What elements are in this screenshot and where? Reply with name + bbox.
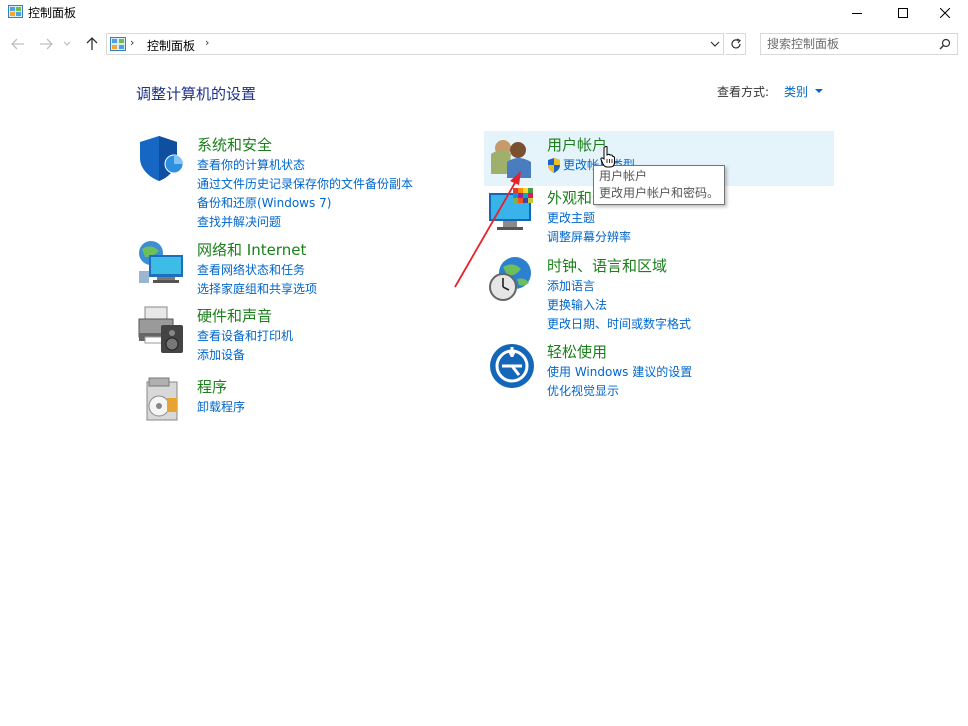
dropdown-arrow-icon[interactable] (815, 89, 823, 93)
maximize-button[interactable] (880, 0, 926, 26)
arrow-up-icon (86, 37, 98, 50)
link-change-input-method[interactable]: 更换输入法 (547, 296, 691, 315)
breadcrumb-separator-icon[interactable]: › (130, 36, 134, 49)
arrow-left-icon (11, 38, 24, 50)
refresh-icon (730, 38, 741, 49)
category-programs: 程序 卸载程序 (137, 376, 437, 426)
category-title[interactable]: 时钟、语言和区域 (547, 255, 667, 276)
category-clock-language-region: 时钟、语言和区域 添加语言 更换输入法 更改日期、时间或数字格式 (487, 255, 827, 335)
close-icon (940, 8, 950, 18)
maximize-icon (898, 8, 908, 18)
link-date-time-format[interactable]: 更改日期、时间或数字格式 (547, 315, 691, 334)
breadcrumb-control-panel[interactable]: 控制面板 (147, 37, 195, 54)
link-devices-printers[interactable]: 查看设备和打印机 (197, 327, 293, 346)
link-backup-restore[interactable]: 备份和还原(Windows 7) (197, 194, 413, 213)
view-by-dropdown[interactable]: 类别 (784, 83, 808, 100)
up-button[interactable] (84, 36, 100, 52)
close-button[interactable] (922, 0, 968, 26)
link-uninstall-program[interactable]: 卸载程序 (197, 398, 245, 417)
chevron-down-icon (63, 41, 71, 46)
printer-speaker-icon[interactable] (137, 305, 185, 353)
users-icon[interactable] (487, 134, 535, 182)
clock-globe-icon[interactable] (487, 255, 535, 303)
category-system-security: 系统和安全 查看你的计算机状态 通过文件历史记录保存你的文件备份副本 备份和还原… (137, 134, 437, 234)
category-title[interactable]: 系统和安全 (197, 134, 272, 155)
tooltip: 用户帐户 更改用户帐户和密码。 (593, 165, 725, 205)
uac-shield-icon (548, 158, 560, 173)
minimize-button[interactable] (834, 0, 880, 26)
search-input[interactable] (767, 36, 935, 52)
address-bar[interactable]: › 控制面板 › (106, 33, 724, 55)
link-optimize-display[interactable]: 优化视觉显示 (547, 382, 692, 401)
link-add-language[interactable]: 添加语言 (547, 277, 691, 296)
link-recommended-settings[interactable]: 使用 Windows 建议的设置 (547, 363, 692, 382)
recent-locations-button[interactable] (62, 36, 72, 52)
tooltip-title: 用户帐户 (599, 169, 648, 183)
back-button[interactable] (10, 36, 26, 52)
search-box[interactable] (760, 33, 958, 55)
page-title: 调整计算机的设置 (136, 85, 257, 103)
category-network: 网络和 Internet 查看网络状态和任务 选择家庭组和共享选项 (137, 239, 437, 299)
link-add-device[interactable]: 添加设备 (197, 346, 293, 365)
title-bar: 控制面板 (0, 0, 968, 26)
link-file-history-backup[interactable]: 通过文件历史记录保存你的文件备份副本 (197, 175, 413, 194)
programs-disc-icon[interactable] (137, 376, 185, 424)
link-network-status[interactable]: 查看网络状态和任务 (197, 261, 317, 280)
breadcrumb-separator-icon[interactable]: › (205, 36, 209, 49)
link-change-theme[interactable]: 更改主题 (547, 209, 631, 228)
category-title[interactable]: 网络和 Internet (197, 239, 306, 260)
network-globe-icon[interactable] (137, 239, 185, 287)
shield-icon[interactable] (137, 134, 185, 182)
link-troubleshoot[interactable]: 查找并解决问题 (197, 213, 413, 232)
control-panel-icon (8, 5, 23, 18)
refresh-button[interactable] (726, 33, 746, 55)
control-panel-icon (110, 37, 126, 51)
forward-button[interactable] (38, 36, 54, 52)
window-title: 控制面板 (28, 6, 77, 20)
category-title[interactable]: 轻松使用 (547, 341, 607, 362)
category-title[interactable]: 硬件和声音 (197, 305, 272, 326)
navigation-bar: › 控制面板 › (0, 30, 968, 58)
tooltip-description: 更改用户帐户和密码。 (599, 186, 720, 200)
link-view-computer-status[interactable]: 查看你的计算机状态 (197, 156, 413, 175)
appearance-monitor-icon[interactable] (487, 187, 535, 235)
link-homegroup-sharing[interactable]: 选择家庭组和共享选项 (197, 280, 317, 299)
link-screen-resolution[interactable]: 调整屏幕分辨率 (547, 228, 631, 247)
chevron-down-icon[interactable] (710, 38, 720, 50)
arrow-right-icon (40, 38, 53, 50)
view-by-label: 查看方式: (717, 85, 770, 99)
category-title[interactable]: 用户帐户 (547, 134, 607, 155)
category-ease-of-access: 轻松使用 使用 Windows 建议的设置 优化视觉显示 (487, 341, 827, 401)
category-hardware-sound: 硬件和声音 查看设备和打印机 添加设备 (137, 305, 437, 365)
search-icon[interactable] (939, 38, 951, 50)
category-title[interactable]: 程序 (197, 376, 227, 397)
hand-cursor-icon (600, 146, 615, 168)
ease-of-access-icon[interactable] (487, 341, 535, 389)
minimize-icon (852, 13, 862, 14)
